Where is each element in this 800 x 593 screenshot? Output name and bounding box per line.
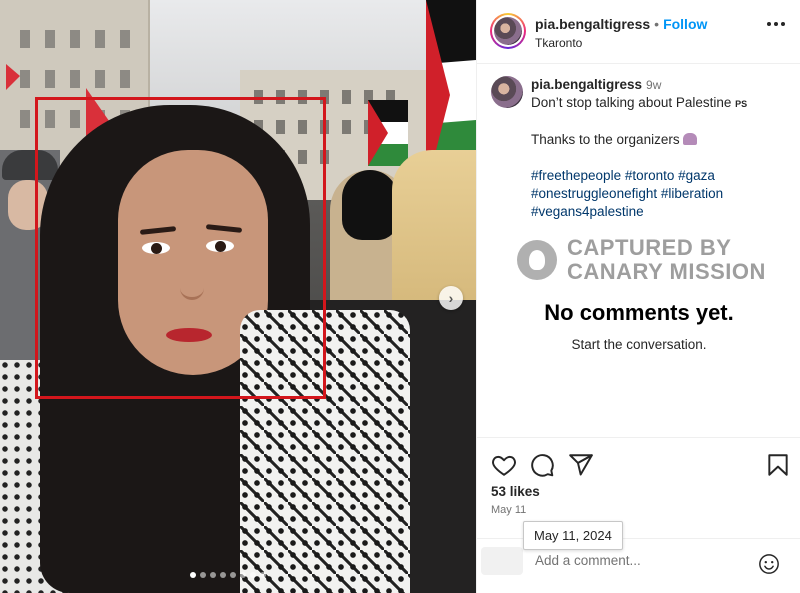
caption-avatar[interactable]	[491, 76, 523, 108]
header-line: pia.bengaltigress • Follow	[535, 16, 707, 32]
more-dots-icon[interactable]	[767, 22, 785, 26]
start-conversation-text: Start the conversation.	[571, 337, 707, 352]
date-tooltip: May 11, 2024	[523, 521, 623, 550]
praying-hands-icon	[683, 133, 698, 145]
heart-icon[interactable]	[491, 452, 517, 478]
comment-bubble-icon[interactable]	[529, 452, 555, 478]
post-header: pia.bengaltigress • Follow Tkaronto	[477, 0, 800, 64]
separator-dot: •	[654, 16, 660, 32]
caption-username[interactable]: pia.bengaltigress	[531, 77, 642, 92]
carousel-dot	[220, 572, 226, 578]
emoji-smiley-icon[interactable]	[758, 553, 780, 575]
carousel-dot	[250, 572, 256, 578]
chevron-right-icon[interactable]: ›	[439, 286, 463, 310]
caption-text-line1: Don’t stop talking about Palestine	[531, 95, 732, 110]
hashtag-link[interactable]: #gaza	[678, 168, 715, 183]
bookmark-icon[interactable]	[765, 452, 791, 478]
palestine-flag-emoji: PS	[735, 99, 748, 109]
caption-text-line2: Thanks to the organizers	[531, 132, 680, 147]
post-photo[interactable]: ›	[0, 0, 476, 593]
carousel-dot	[190, 572, 196, 578]
post-date[interactable]: May 11	[491, 504, 526, 516]
canary-mission-watermark: CAPTURED BY CANARY MISSION	[517, 236, 777, 286]
red-flag-small	[6, 64, 20, 90]
carousel-dot	[260, 572, 266, 578]
location-link[interactable]: Tkaronto	[535, 36, 582, 50]
canary-seal-icon	[517, 240, 557, 280]
palestine-flag-small	[368, 100, 408, 166]
hashtag-link[interactable]: #onestruggleonefight	[531, 186, 657, 201]
follow-button[interactable]: Follow	[663, 16, 707, 32]
blurred-area	[481, 547, 523, 575]
carousel-dot	[230, 572, 236, 578]
comment-input[interactable]	[535, 553, 745, 568]
hashtag-link[interactable]: #freethepeople	[531, 168, 621, 183]
avatar[interactable]	[490, 13, 526, 49]
hashtag-link[interactable]: #liberation	[661, 186, 723, 201]
no-comments-title: No comments yet.	[544, 300, 734, 325]
face-highlight-box	[35, 97, 326, 399]
hashtag-link[interactable]: #toronto	[625, 168, 675, 183]
carousel-dot	[240, 572, 246, 578]
watermark-line2: CANARY MISSION	[567, 259, 766, 284]
watermark-line1: CAPTURED BY	[567, 235, 732, 260]
username-link[interactable]: pia.bengaltigress	[535, 16, 650, 32]
post-details-panel: pia.bengaltigress • Follow Tkaronto pia.be…	[476, 0, 800, 593]
hashtag-link[interactable]: #vegans4palestine	[531, 204, 644, 219]
carousel-dot	[200, 572, 206, 578]
caption-timestamp[interactable]: 9w	[646, 78, 661, 92]
likes-count[interactable]: 53 likes	[491, 484, 540, 499]
post-caption: pia.bengaltigress 9w Don’t stop talking a…	[491, 76, 791, 221]
carousel-dot	[210, 572, 216, 578]
paper-plane-icon[interactable]	[568, 452, 594, 478]
carousel-indicator	[190, 572, 266, 578]
